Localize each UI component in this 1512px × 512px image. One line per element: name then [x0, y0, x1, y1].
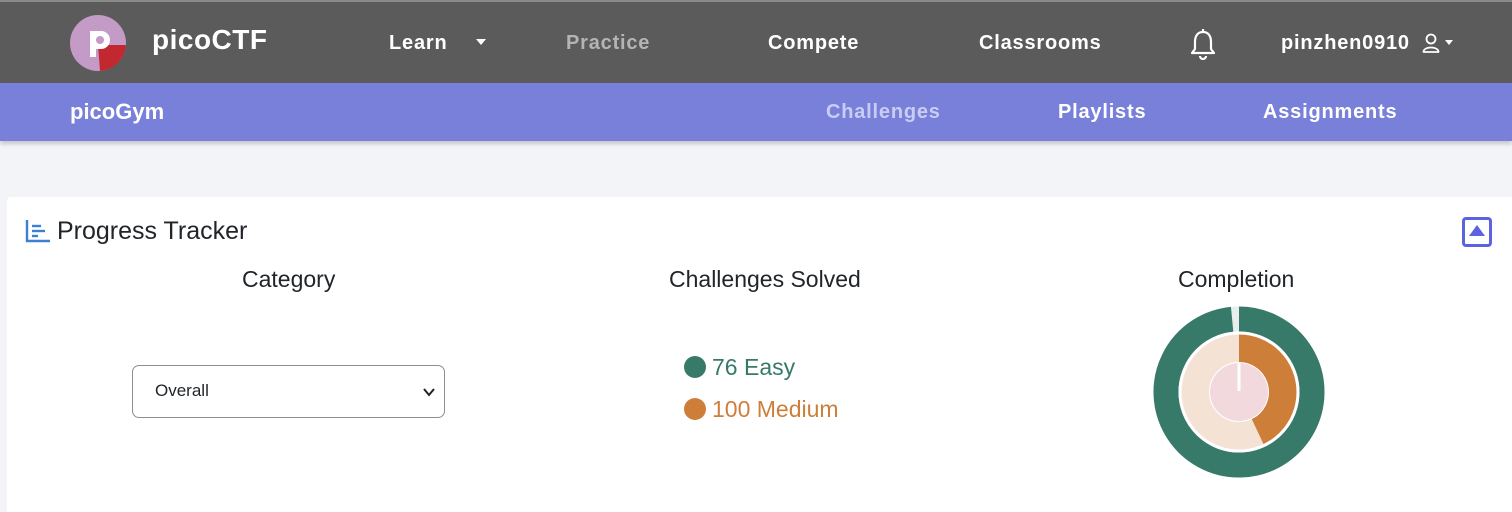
category-select-value: Overall [155, 381, 209, 400]
collapse-button[interactable] [1462, 217, 1492, 247]
nav-classrooms[interactable]: Classrooms [979, 32, 1102, 55]
user-icon[interactable] [1422, 32, 1444, 54]
nav-learn[interactable]: Learn [389, 32, 447, 55]
medium-dot [684, 398, 706, 420]
nav-compete[interactable]: Compete [768, 32, 859, 55]
picogym-title[interactable]: picoGym [70, 99, 164, 125]
chevron-down-icon[interactable] [476, 39, 486, 45]
brand-name[interactable]: picoCTF [152, 24, 268, 56]
picoctf-logo-icon[interactable] [70, 15, 126, 71]
tab-assignments[interactable]: Assignments [1263, 101, 1397, 124]
top-navbar: picoCTF Learn Practice Compete Classroom… [0, 0, 1512, 83]
tab-playlists[interactable]: Playlists [1058, 101, 1146, 124]
bar-chart-icon [25, 220, 50, 243]
nav-username[interactable]: pinzhen0910 [1281, 32, 1410, 55]
category-heading: Category [242, 266, 336, 292]
legend-medium: 100 Medium [684, 396, 839, 423]
completion-heading: Completion [1178, 266, 1295, 292]
chevron-down-icon [423, 388, 435, 397]
easy-label: 76 Easy [712, 354, 796, 380]
legend-easy: 76 Easy [684, 354, 795, 381]
nav-practice[interactable]: Practice [566, 32, 650, 55]
easy-dot [684, 356, 706, 378]
completion-donut-chart [1153, 306, 1325, 478]
progress-tracker-card: Progress Tracker Category Challenges Sol… [7, 197, 1512, 512]
card-title: Progress Tracker [57, 217, 248, 245]
user-chevron-down-icon[interactable] [1445, 40, 1453, 45]
medium-label: 100 Medium [712, 396, 839, 422]
category-select[interactable]: Overall [132, 365, 445, 418]
sub-navbar: picoGym Challenges Playlists Assignments [0, 83, 1512, 141]
challenges-solved-heading: Challenges Solved [669, 266, 861, 292]
tab-challenges[interactable]: Challenges [826, 101, 941, 124]
bell-icon[interactable] [1188, 28, 1218, 60]
